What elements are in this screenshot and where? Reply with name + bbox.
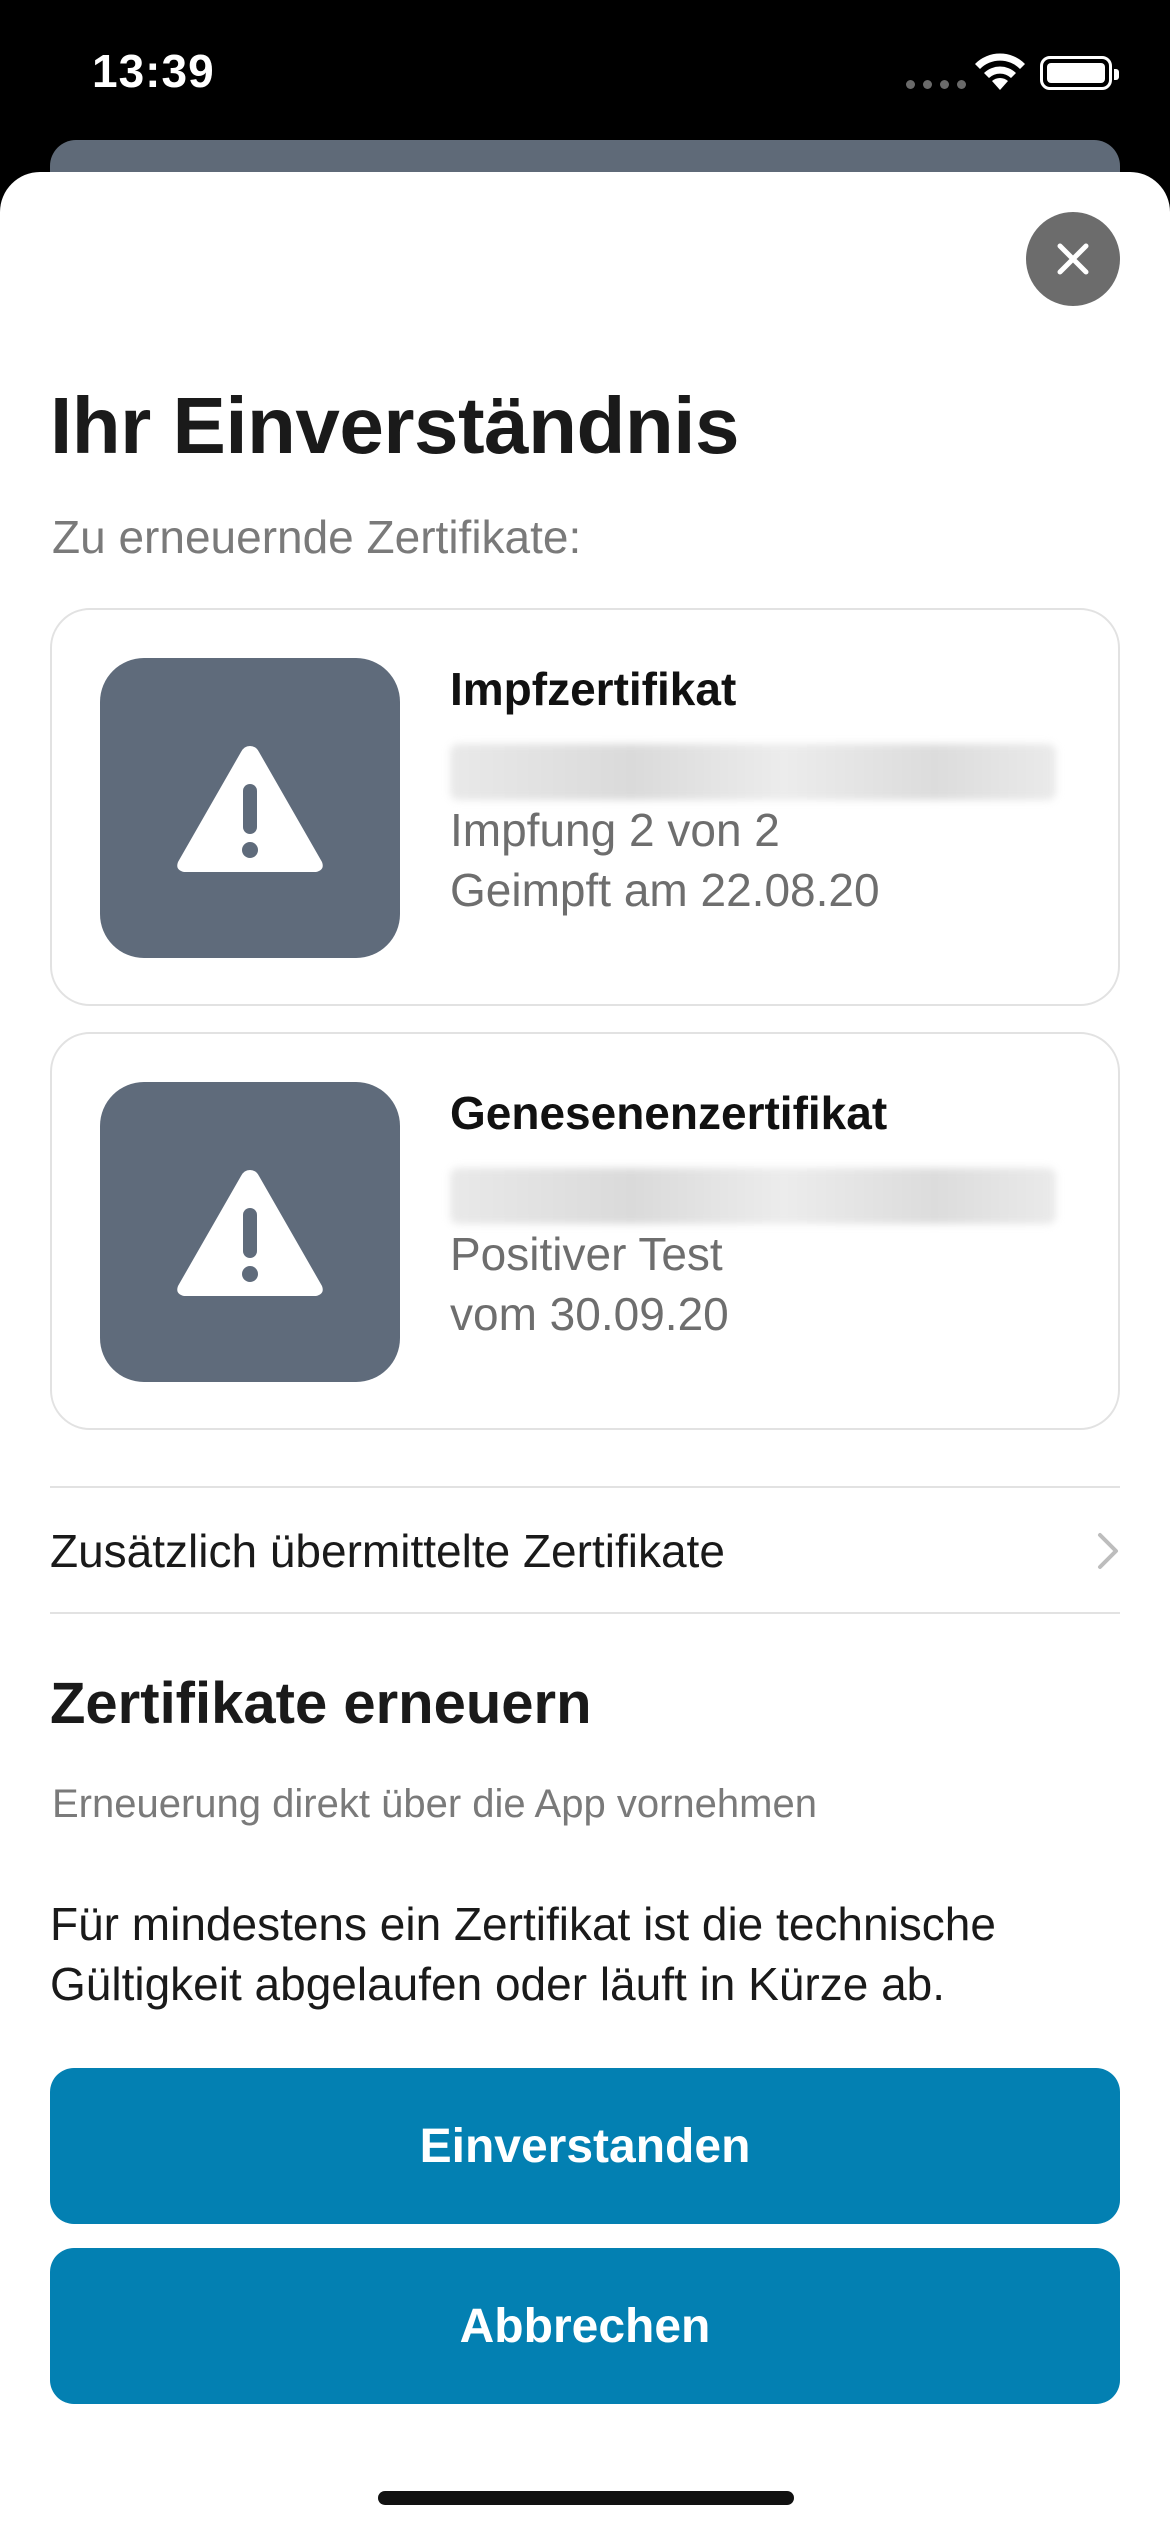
blurred-name bbox=[450, 744, 1056, 800]
body-text: Für mindestens ein Zertifikat ist die te… bbox=[50, 1898, 996, 2010]
page-subtitle: Zu erneuernde Zertifikate: bbox=[52, 511, 582, 563]
battery-icon bbox=[1040, 56, 1119, 90]
section-title: Zertifikate erneuern bbox=[50, 1671, 592, 1736]
certificate-title: Genesenenzertifikat bbox=[450, 1087, 888, 1139]
close-button[interactable] bbox=[1026, 212, 1120, 306]
divider bbox=[50, 1612, 1120, 1614]
certificate-title: Impfzertifikat bbox=[450, 663, 737, 715]
warning-icon bbox=[177, 746, 323, 872]
certificate-thumbnail bbox=[100, 1082, 400, 1382]
additional-certificates-link[interactable]: Zusätzlich übermittelte Zertifikate bbox=[50, 1488, 1120, 1614]
cancel-button[interactable]: Abbrechen bbox=[50, 2248, 1120, 2404]
certificate-date: vom 30.09.20 bbox=[450, 1288, 729, 1340]
blurred-name bbox=[450, 1168, 1056, 1224]
warning-icon bbox=[177, 1170, 323, 1296]
certificate-card-recovery: Genesenenzertifikat Positiver Test vom 3… bbox=[50, 1032, 1120, 1430]
page-title: Ihr Einverständnis bbox=[50, 381, 739, 470]
additional-certificates-label: Zusätzlich übermittelte Zertifikate bbox=[50, 1525, 725, 1577]
certificate-card-vaccination: Impfzertifikat Impfung 2 von 2 Geimpft a… bbox=[50, 608, 1120, 1006]
wifi-icon bbox=[975, 53, 1025, 90]
certificate-detail: Positiver Test bbox=[450, 1228, 723, 1280]
certificate-date: Geimpft am 22.08.20 bbox=[450, 864, 880, 916]
chevron-right-icon bbox=[1098, 1533, 1118, 1569]
status-time: 13:39 bbox=[92, 45, 215, 97]
home-indicator[interactable] bbox=[378, 2491, 794, 2505]
agree-button[interactable]: Einverstanden bbox=[50, 2068, 1120, 2224]
section-subtitle: Erneuerung direkt über die App vornehmen bbox=[52, 1782, 817, 1826]
close-icon bbox=[1057, 243, 1089, 275]
certificate-thumbnail bbox=[100, 658, 400, 958]
certificate-detail: Impfung 2 von 2 bbox=[450, 804, 780, 856]
status-bar: 13:39 bbox=[0, 0, 1170, 150]
cellular-signal-icon bbox=[906, 80, 966, 89]
